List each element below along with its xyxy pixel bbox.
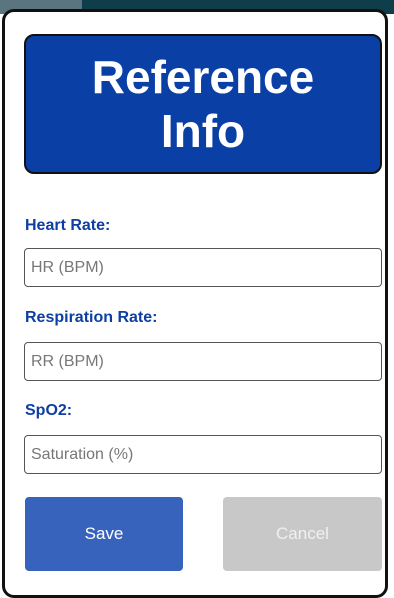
- save-button[interactable]: Save: [25, 497, 183, 571]
- dialog-title: Reference Info: [91, 51, 315, 157]
- spo2-label: SpO2:: [25, 402, 73, 419]
- respiration-rate-input[interactable]: [24, 342, 382, 381]
- dialog-header-panel: Reference Info: [24, 34, 382, 174]
- cancel-button[interactable]: Cancel: [223, 497, 382, 571]
- spo2-input[interactable]: [24, 435, 382, 474]
- respiration-rate-label: Respiration Rate:: [25, 309, 158, 326]
- heart-rate-label: Heart Rate:: [25, 217, 111, 234]
- heart-rate-input[interactable]: [24, 248, 382, 287]
